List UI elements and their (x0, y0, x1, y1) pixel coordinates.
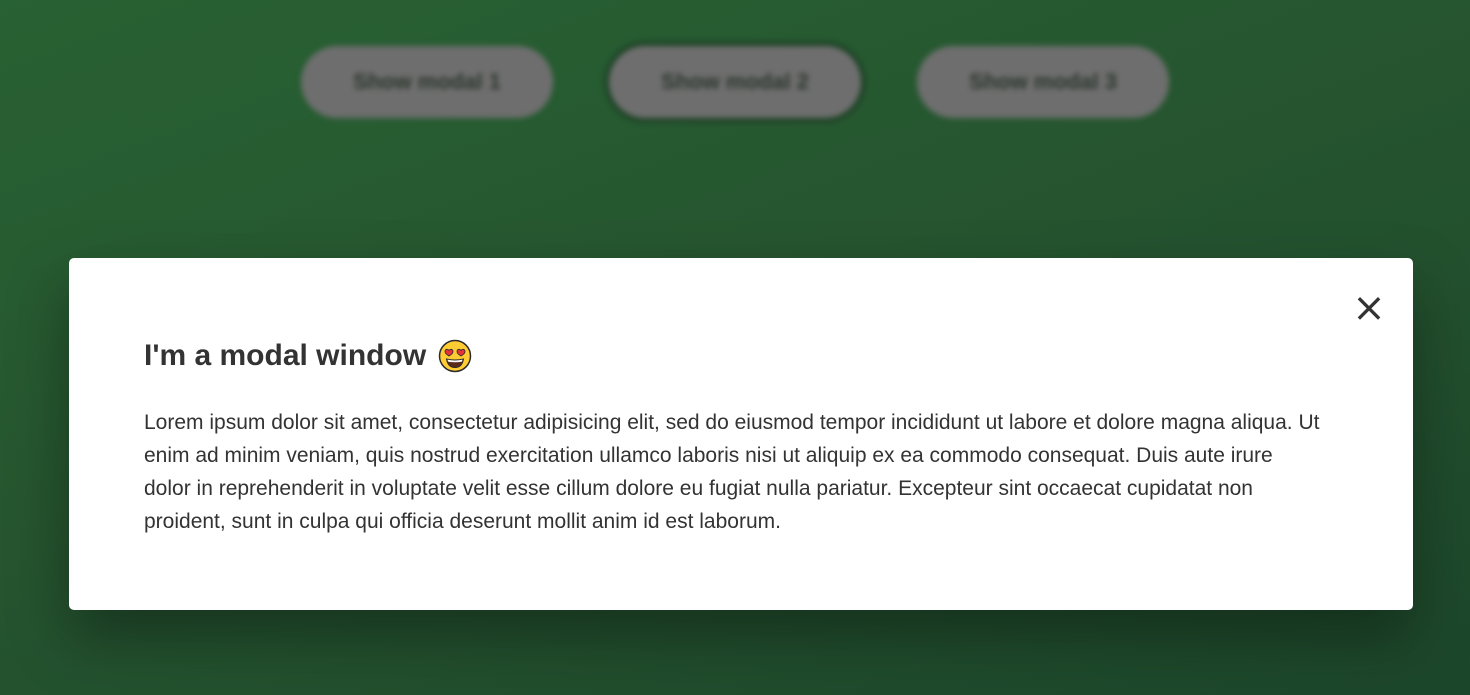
modal-window: × I'm a modal window Lorem ipsum dolor s… (69, 258, 1413, 610)
modal-title-text: I'm a modal window (144, 339, 427, 372)
heart-eyes-emoji-icon (438, 339, 472, 373)
modal-body-text: Lorem ipsum dolor sit amet, consectetur … (144, 411, 1320, 533)
close-icon[interactable]: × (1351, 286, 1387, 330)
modal-title: I'm a modal window (144, 336, 1338, 376)
